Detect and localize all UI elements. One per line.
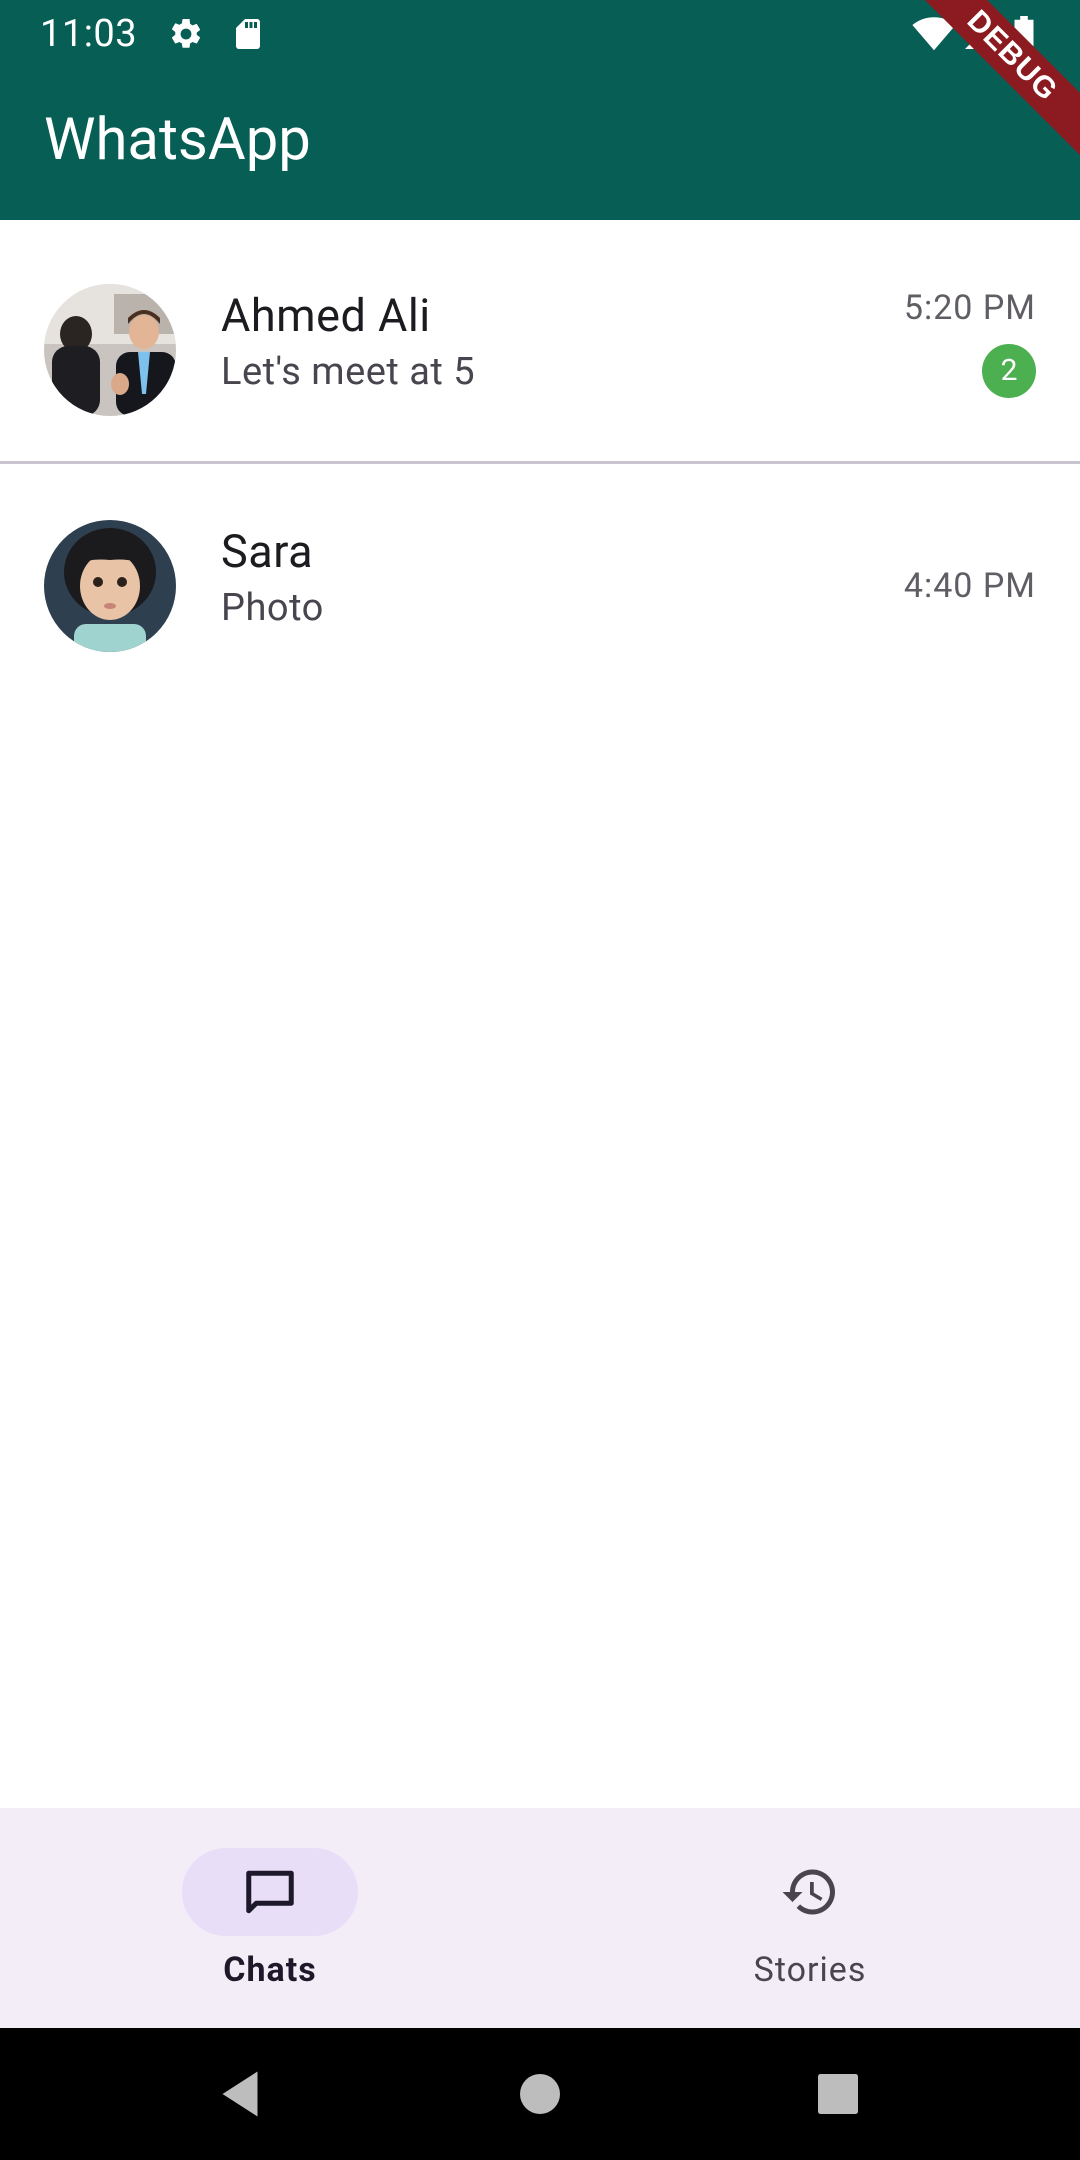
chat-name: Sara	[221, 525, 314, 578]
chat-last-message: Photo	[221, 586, 324, 630]
chat-list-item[interactable]: Ahmed Ali Let's meet at 5 5:20 PM 2	[0, 220, 1080, 460]
recents-icon[interactable]	[808, 2064, 868, 2124]
sd-card-icon	[230, 16, 266, 56]
status-time: 11:03	[40, 12, 138, 56]
chat-name: Ahmed Ali	[221, 289, 431, 342]
home-icon[interactable]	[510, 2064, 570, 2124]
chat-time: 4:40 PM	[903, 566, 1036, 606]
app-title: WhatsApp	[44, 106, 311, 174]
unread-badge: 2	[982, 344, 1036, 398]
nav-item-stories[interactable]: Stories	[540, 1808, 1080, 2028]
nav-item-chats[interactable]: Chats	[0, 1808, 540, 2028]
chat-bubble-icon	[240, 1862, 300, 1922]
nav-label: Chats	[223, 1950, 317, 1990]
gear-icon	[168, 16, 204, 56]
chat-list-item[interactable]: Sara Photo 4:40 PM	[0, 464, 1080, 704]
avatar	[44, 520, 176, 652]
app-bar: 11:03 WhatsApp DEBUG	[0, 0, 1080, 220]
chat-time: 5:20 PM	[903, 288, 1036, 328]
history-icon	[780, 1862, 840, 1922]
bottom-navigation: Chats Stories	[0, 1808, 1080, 2028]
signal-icon	[962, 16, 998, 56]
avatar	[44, 284, 176, 416]
wifi-icon	[912, 16, 956, 56]
system-navigation-bar	[0, 2028, 1080, 2160]
battery-icon	[1012, 16, 1036, 58]
chat-last-message: Let's meet at 5	[221, 350, 476, 394]
back-icon[interactable]	[210, 2064, 270, 2124]
nav-label: Stories	[753, 1950, 867, 1990]
